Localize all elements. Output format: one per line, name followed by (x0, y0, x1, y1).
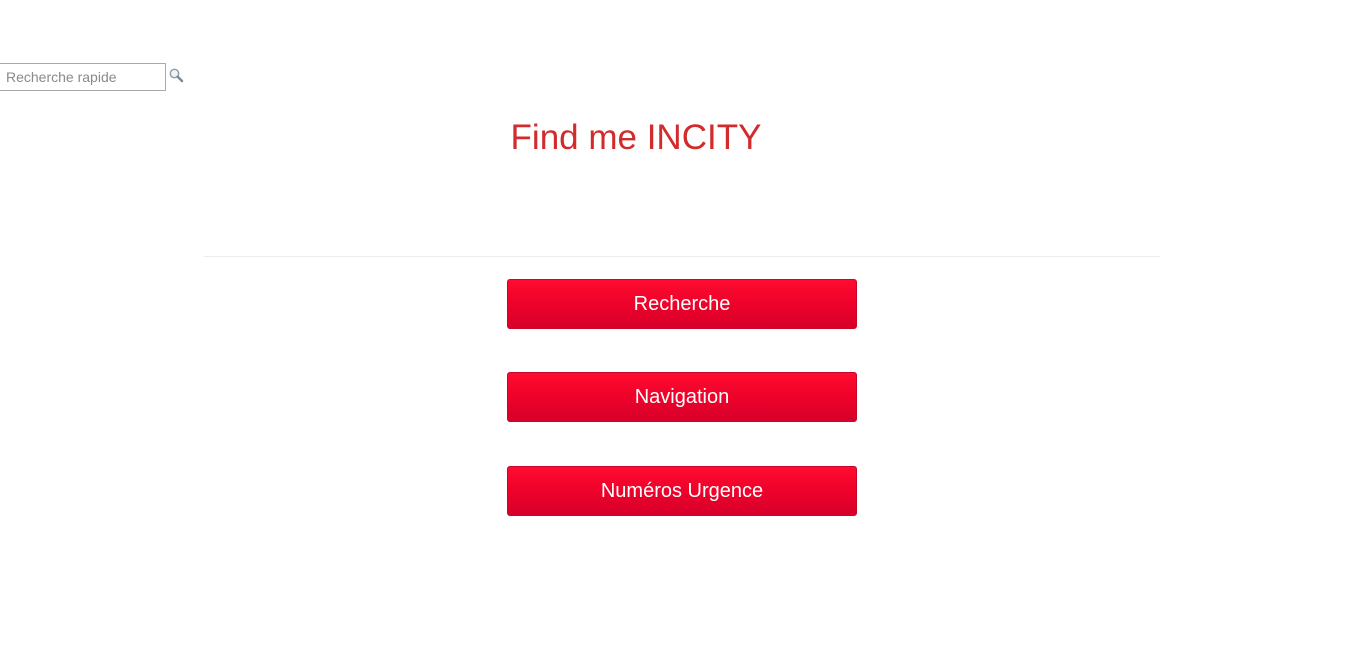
quick-search-button[interactable] (168, 67, 186, 85)
page-title: Find me INCITY (510, 118, 762, 157)
quick-search-input[interactable] (0, 63, 166, 91)
navigation-button[interactable]: Navigation (507, 372, 857, 422)
magnifier-icon (169, 68, 184, 83)
header-divider (204, 256, 1160, 257)
page: Find me INCITY Recherche Navigation Numé… (0, 0, 1365, 655)
recherche-button[interactable]: Recherche (507, 279, 857, 329)
emergency-numbers-button[interactable]: Numéros Urgence (507, 466, 857, 516)
